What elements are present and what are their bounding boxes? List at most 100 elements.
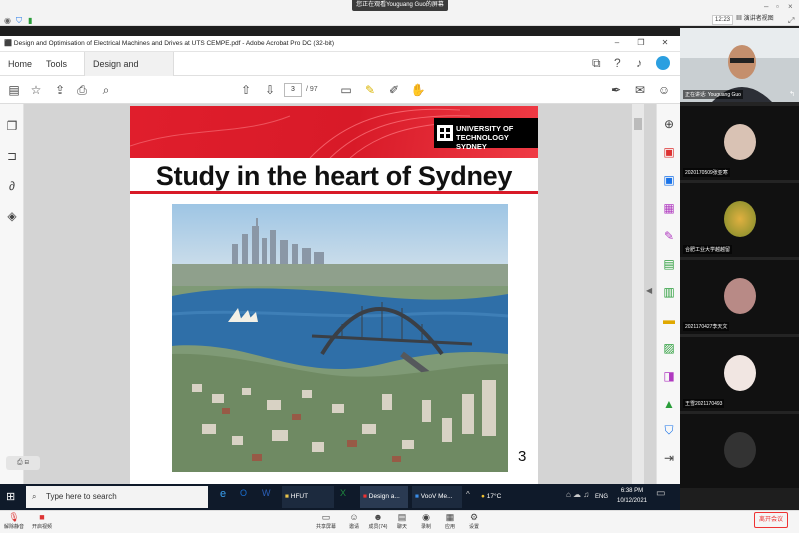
leave-meeting-button[interactable]: 离开会议 [754,512,788,528]
email-icon[interactable]: ✉ [632,82,648,98]
excel-icon[interactable]: X [340,488,346,498]
network-icon[interactable]: ◉ [4,16,11,26]
windows-start-icon[interactable]: ⊞ [6,490,15,503]
video-tile-4[interactable]: 2021170427李天文 [680,260,799,334]
video-tile-3[interactable]: 合肥工业大学越越留 [680,183,799,257]
sign-icon[interactable]: ✒ [608,82,624,98]
tray-icons[interactable]: ⌂ ☁ ♫ [566,490,589,499]
scan-icon[interactable]: ▨ [661,340,677,356]
share-doc-icon[interactable]: ⧉ [592,56,601,71]
tab-tools[interactable]: Tools [38,52,75,76]
save-icon[interactable]: ▤ [6,82,22,98]
window-close-icon[interactable]: ✕ [658,38,672,47]
control-label: 解除静音 [3,524,24,530]
page-up-icon[interactable]: ⇧ [238,82,254,98]
account-avatar[interactable] [656,56,670,70]
view-layout-button[interactable]: ▦ 演讲者视图 [736,15,774,24]
notification-icon[interactable]: ♪ [636,56,642,70]
video-tile-6[interactable] [680,414,799,488]
vertical-scrollbar[interactable] [632,104,644,484]
control-label: 录制 [420,524,431,530]
organize-icon[interactable]: ▤ [661,256,677,272]
hand-tool-icon[interactable]: ✋ [410,82,426,98]
members-button[interactable]: ☻ 成员(74) [366,512,390,530]
fullscreen-icon[interactable]: ⤢ [788,16,794,26]
weather-widget[interactable]: ● 17°C [478,486,518,508]
highlight-icon[interactable]: ✎ [362,82,378,98]
control-label: 成员(74) [368,524,388,530]
create-pdf-icon[interactable]: ▣ [661,172,677,188]
more-tools-icon[interactable]: ⇥ [661,450,677,466]
view-layout-label: 演讲者视图 [743,16,774,22]
fill-sign-icon[interactable]: ✎ [661,228,677,244]
tile-menu-icon[interactable]: ↰ [789,90,795,98]
page-down-icon[interactable]: ⇩ [262,82,278,98]
members-icon: ☻ [373,512,383,522]
zoom-search-icon[interactable]: ⌕ [98,82,114,98]
acrobat-toolbar: ▤ ☆ ⇪ ⎙ ⌕ ⇧ ⇩ 3 / 97 ▭ ✎ ✐ ✋ ✒ ✉ ☺ [0,76,680,104]
page-thumbnails-icon[interactable]: ❐ [4,118,20,134]
collapse-right-icon[interactable]: ◀ [646,286,652,295]
avatar [724,355,756,391]
tab-document[interactable]: Design and Optimi... × [84,52,174,93]
slide-title: Study in the heart of Sydney [155,161,513,191]
page-number-input[interactable]: 3 [284,83,302,97]
edit-pdf-icon[interactable]: ▦ [661,200,677,216]
apps-button[interactable]: ▦ 应用 [438,512,462,530]
comment-pane-icon[interactable]: ▬ [661,312,677,328]
control-label: 共享屏幕 [315,524,336,530]
shield-pane-icon[interactable]: ⛉ [661,422,677,438]
taskbar-app-hfut[interactable]: ■ HFUT [282,486,334,508]
zoom-tool-icon[interactable]: ⊕ [661,116,677,132]
print-icon[interactable]: ⎙ [74,82,90,98]
action-center-icon[interactable]: ▭ [656,488,665,499]
restore-icon[interactable]: ▫ [776,2,779,12]
unmute-button[interactable]: 🎙 解除静音 [2,512,26,530]
taskbar-app-label: VooV Me... [420,493,453,500]
chat-button[interactable]: ▤ 聊天 [390,512,414,530]
taskbar-clock[interactable]: 6:38 PM 10/12/2021 [614,486,650,506]
settings-button[interactable]: ⚙ 设置 [462,512,486,530]
video-tile-5[interactable]: 王雪2021170493 [680,337,799,411]
logo-line-1: UNIVERSITY OF [456,124,514,133]
shield-icon[interactable]: ⛉ [16,16,22,26]
comment-icon[interactable]: ▭ [338,82,354,98]
control-label: 邀请 [348,524,359,530]
bookmarks-icon[interactable]: ⊐ [4,148,20,164]
acrobat-window: ⬛ Design and Optimisation of Electrical … [0,36,680,486]
scrollbar-thumb[interactable] [634,118,642,130]
user-icon[interactable]: ☺ [656,82,672,98]
edge-icon[interactable]: e [220,488,226,500]
protect-icon[interactable]: ▲ [661,396,677,412]
tray-chevron-icon[interactable]: ^ [466,490,470,499]
invite-button[interactable]: ☺ 邀请 [342,512,366,530]
signal-icon[interactable]: ▮ [28,16,32,26]
attachments-icon[interactable]: ∂ [4,178,20,194]
start-video-button[interactable]: ■ 开启视频 [30,512,54,530]
share-screen-button[interactable]: ▭ 共享屏幕 [314,512,338,530]
record-button[interactable]: ◉ 录制 [414,512,438,530]
taskbar-app-acrobat[interactable]: ■ Design a... [360,486,408,508]
bookmark-star-icon[interactable]: ☆ [28,82,44,98]
word-icon[interactable]: W [262,488,271,498]
video-tile-speaker[interactable]: 正在讲话: Youguang Guo ↰ [680,28,799,102]
control-label: 开启视频 [31,524,52,530]
export-pdf-icon[interactable]: ▣ [661,144,677,160]
taskbar-app-voov[interactable]: ■ VooV Me... [412,486,462,508]
mini-toolbar[interactable]: ⎙ ⊟ [6,456,40,470]
outlook-icon[interactable]: O [240,488,247,498]
combine-icon[interactable]: ▥ [661,284,677,300]
language-indicator[interactable]: ENG [592,486,612,508]
help-icon[interactable]: ? [614,56,621,70]
window-maximize-icon[interactable]: ❐ [634,38,648,47]
compare-icon[interactable]: ◨ [661,368,677,384]
taskbar-search-input[interactable]: ⌕ Type here to search [26,486,208,508]
tab-home[interactable]: Home [0,52,40,76]
draw-icon[interactable]: ✐ [386,82,402,98]
video-tile-2[interactable]: 2020170509张亚寒 [680,106,799,180]
upload-icon[interactable]: ⇪ [52,82,68,98]
window-minimize-icon[interactable]: – [610,38,624,47]
close-icon[interactable]: × [788,2,793,12]
layers-icon[interactable]: ◈ [4,208,20,224]
minimize-icon[interactable]: – [764,2,768,12]
